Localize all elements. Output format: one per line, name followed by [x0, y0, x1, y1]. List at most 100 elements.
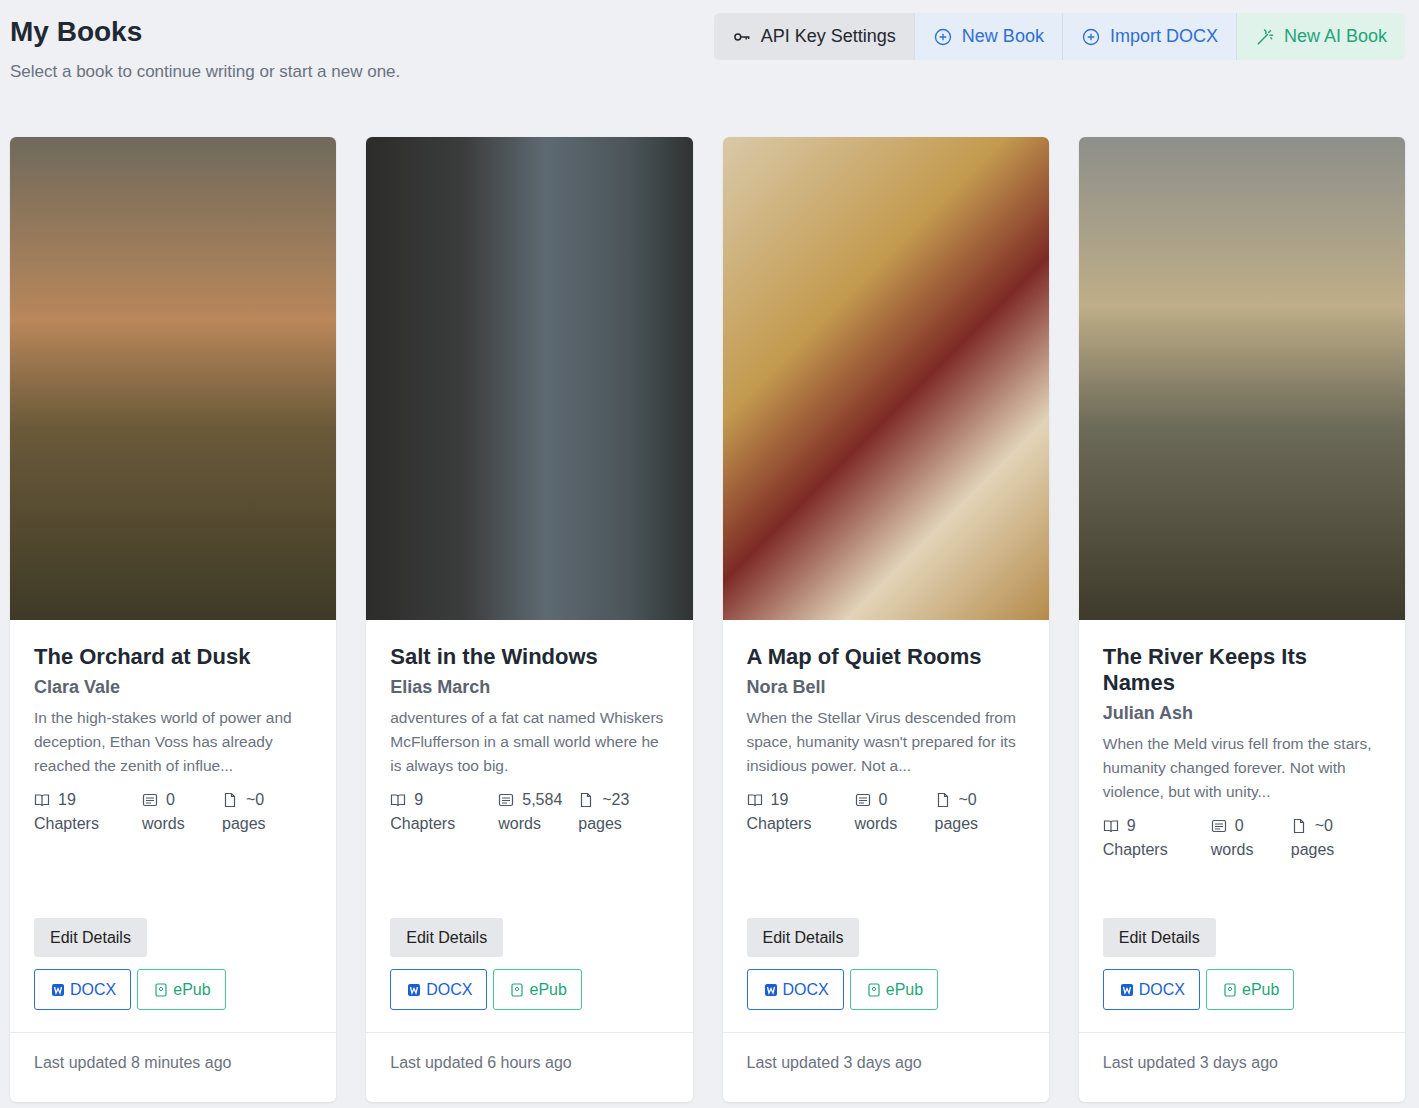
epub-export-button[interactable]: ePub [1206, 969, 1294, 1010]
stat-value: 19 [771, 788, 789, 812]
epub-export-button[interactable]: ePub [850, 969, 938, 1010]
book-cover[interactable] [10, 137, 336, 620]
plus-circle-icon [1081, 27, 1101, 47]
text-lines-icon [142, 792, 158, 808]
stat-label: Chapters [34, 812, 142, 836]
stat-label: Chapters [1103, 838, 1211, 862]
page-icon [578, 792, 594, 808]
stat: ~0pages [935, 788, 979, 836]
stat-value: ~23 [602, 788, 629, 812]
docx-export-button[interactable]: DOCX [1103, 969, 1200, 1010]
stat: 0words [855, 788, 935, 836]
stat: 9Chapters [1103, 814, 1211, 862]
stat: ~0pages [1291, 814, 1335, 862]
book-cover[interactable] [366, 137, 692, 620]
stat: 0words [142, 788, 222, 836]
card-footer: Last updated 8 minutes ago [10, 1032, 336, 1102]
book-icon [747, 792, 763, 808]
edit-details-button[interactable]: Edit Details [1103, 918, 1216, 957]
stat: ~0pages [222, 788, 266, 836]
page-icon [935, 792, 951, 808]
epub-file-icon [1223, 983, 1237, 997]
book-icon [390, 792, 406, 808]
button-label: New Book [962, 26, 1044, 47]
book-stats: 9Chapters5,584words~23pages [390, 788, 668, 836]
import-button[interactable]: Import DOCX [1063, 13, 1237, 60]
book-description: adventures of a fat cat named Whiskers M… [390, 706, 668, 778]
book-card[interactable]: The River Keeps Its NamesJulian AshWhen … [1079, 137, 1405, 1102]
stat-value: ~0 [1315, 814, 1333, 838]
book-cover[interactable] [1079, 137, 1405, 620]
book-author: Nora Bell [747, 677, 1025, 698]
card-actions: Edit Details DOCXePub [390, 918, 668, 1010]
text-lines-icon [1211, 818, 1227, 834]
card-body: Salt in the WindowsElias Marchadventures… [366, 620, 692, 1032]
stat: 19Chapters [34, 788, 142, 836]
word-file-icon [407, 983, 421, 997]
book-card[interactable]: Salt in the WindowsElias Marchadventures… [366, 137, 692, 1102]
epub-file-icon [154, 983, 168, 997]
book-title: The River Keeps Its Names [1103, 644, 1381, 696]
settings-button[interactable]: API Key Settings [714, 13, 915, 60]
text-lines-icon [498, 792, 514, 808]
epub-export-button[interactable]: ePub [137, 969, 225, 1010]
book-icon [34, 792, 50, 808]
stat-label: words [498, 812, 578, 836]
book-stats: 19Chapters0words~0pages [34, 788, 312, 836]
book-stats: 19Chapters0words~0pages [747, 788, 1025, 836]
card-body: The River Keeps Its NamesJulian AshWhen … [1079, 620, 1405, 1032]
book-card[interactable]: A Map of Quiet RoomsNora BellWhen the St… [723, 137, 1049, 1102]
export-buttons: DOCXePub [747, 969, 939, 1010]
stat-value: 0 [1235, 814, 1244, 838]
stat-value: 19 [58, 788, 76, 812]
ai-button[interactable]: New AI Book [1237, 13, 1405, 60]
docx-export-button[interactable]: DOCX [34, 969, 131, 1010]
card-footer: Last updated 3 days ago [1079, 1032, 1405, 1102]
stat-value: ~0 [246, 788, 264, 812]
word-file-icon [1120, 983, 1134, 997]
card-actions: Edit Details DOCXePub [747, 918, 1025, 1010]
stat: ~23pages [578, 788, 629, 836]
page-header: My Books Select a book to continue writin… [10, 13, 1405, 137]
edit-details-button[interactable]: Edit Details [747, 918, 860, 957]
page-title: My Books [10, 16, 400, 48]
book-cover[interactable] [723, 137, 1049, 620]
last-updated: Last updated 3 days ago [1103, 1054, 1278, 1071]
stat-value: 9 [1127, 814, 1136, 838]
new-button[interactable]: New Book [915, 13, 1063, 60]
stat-label: words [855, 812, 935, 836]
epub-file-icon [510, 983, 524, 997]
book-author: Elias March [390, 677, 668, 698]
stat-label: Chapters [747, 812, 855, 836]
book-card[interactable]: The Orchard at DuskClara ValeIn the high… [10, 137, 336, 1102]
docx-export-button[interactable]: DOCX [390, 969, 487, 1010]
key-icon [732, 27, 752, 47]
plus-circle-icon [933, 27, 953, 47]
export-buttons: DOCXePub [390, 969, 582, 1010]
stat-label: words [1211, 838, 1291, 862]
edit-details-button[interactable]: Edit Details [34, 918, 147, 957]
card-actions: Edit Details DOCXePub [34, 918, 312, 1010]
stat: 5,584words [498, 788, 578, 836]
button-label: New AI Book [1284, 26, 1387, 47]
stat-label: pages [935, 812, 979, 836]
books-page: My Books Select a book to continue writin… [0, 0, 1419, 1108]
edit-details-button[interactable]: Edit Details [390, 918, 503, 957]
stat-label: pages [1291, 838, 1335, 862]
card-body: The Orchard at DuskClara ValeIn the high… [10, 620, 336, 1032]
text-lines-icon [855, 792, 871, 808]
button-label: Import DOCX [1110, 26, 1218, 47]
stat-value: 0 [166, 788, 175, 812]
docx-export-button[interactable]: DOCX [747, 969, 844, 1010]
page-icon [1291, 818, 1307, 834]
word-file-icon [51, 983, 65, 997]
stat-value: 9 [414, 788, 423, 812]
book-title: A Map of Quiet Rooms [747, 644, 1025, 670]
page-subtitle: Select a book to continue writing or sta… [10, 62, 400, 82]
stat: 19Chapters [747, 788, 855, 836]
book-grid: The Orchard at DuskClara ValeIn the high… [10, 137, 1405, 1102]
card-footer: Last updated 6 hours ago [366, 1032, 692, 1102]
stat: 0words [1211, 814, 1291, 862]
epub-export-button[interactable]: ePub [493, 969, 581, 1010]
book-description: When the Meld virus fell from the stars,… [1103, 732, 1381, 804]
